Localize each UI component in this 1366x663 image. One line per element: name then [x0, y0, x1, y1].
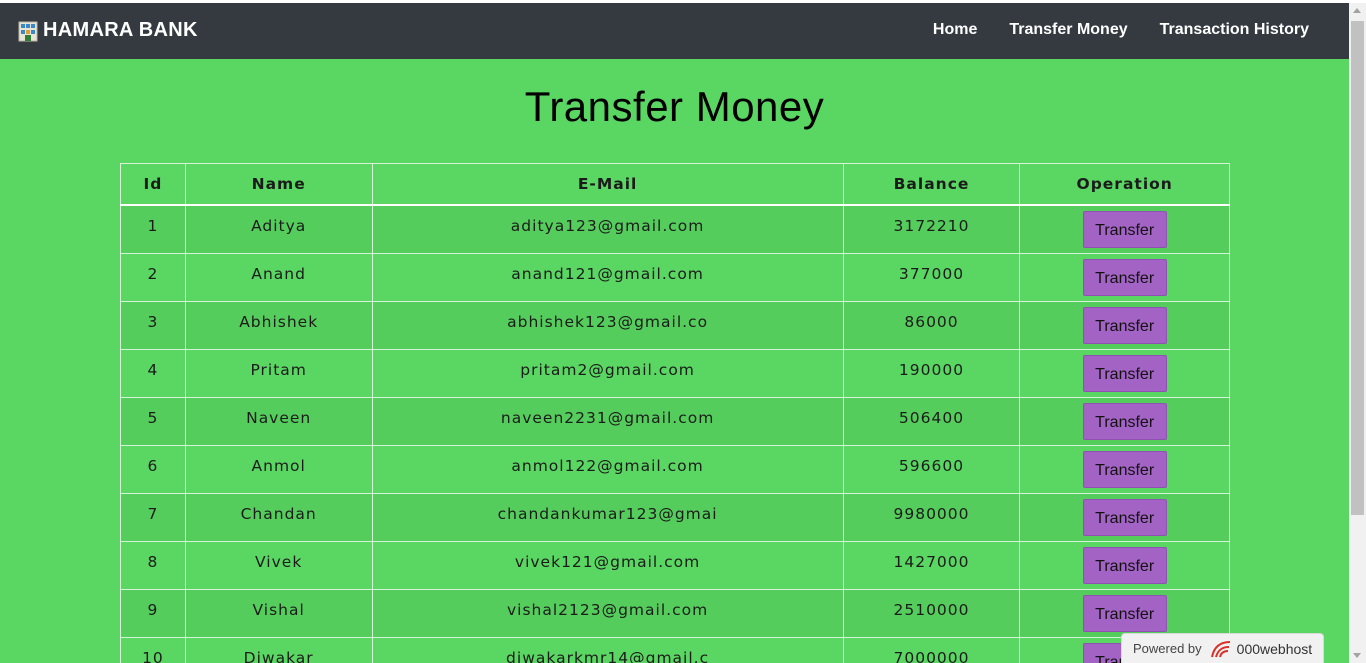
webhost-name: 000webhost — [1236, 640, 1313, 657]
scroll-down-arrow-icon[interactable] — [1353, 653, 1361, 658]
cell-email: abhishek123@gmail.co — [371, 300, 844, 350]
cell-name: Vivek — [184, 540, 373, 590]
powered-by-badge[interactable]: Powered by 000webhost — [1121, 633, 1324, 663]
header-balance: Balance — [842, 163, 1021, 206]
cell-balance: 190000 — [842, 348, 1021, 398]
scroll-up-arrow-icon[interactable] — [1353, 8, 1361, 13]
cell-email: vivek121@gmail.com — [371, 540, 844, 590]
cell-email: chandankumar123@gmai — [371, 492, 844, 542]
transfer-button[interactable]: Transfer — [1082, 546, 1167, 584]
cell-operation: Transfer — [1019, 252, 1230, 302]
cell-name: Aditya — [184, 204, 373, 254]
cell-balance: 86000 — [842, 300, 1021, 350]
cell-balance: 596600 — [842, 444, 1021, 494]
cell-operation: Transfer — [1019, 348, 1230, 398]
powered-by-label: Powered by — [1133, 641, 1202, 656]
transfer-button[interactable]: Transfer — [1082, 306, 1167, 344]
cell-operation: Transfer — [1019, 444, 1230, 494]
transfer-button[interactable]: Transfer — [1082, 594, 1167, 632]
cell-id: 4 — [120, 348, 186, 398]
header-operation: Operation — [1019, 163, 1230, 206]
cell-email: anmol122@gmail.com — [371, 444, 844, 494]
table-row: 8 Vivek vivek121@gmail.com 1427000 Trans… — [120, 540, 1230, 590]
cell-operation: Transfer — [1019, 204, 1230, 254]
cell-email: diwakarkmr14@gmail.c — [371, 636, 844, 663]
table-header: Id Name E-Mail Balance Operation — [120, 163, 1230, 206]
nav-transfer-money-link[interactable]: Transfer Money — [1009, 21, 1127, 39]
table-row: 1 Aditya aditya123@gmail.com 3172210 Tra… — [120, 204, 1230, 254]
page-title: Transfer Money — [524, 83, 825, 130]
table-row: 4 Pritam pritam2@gmail.com 190000 Transf… — [120, 348, 1230, 398]
transfer-button[interactable]: Transfer — [1082, 402, 1167, 440]
bank-building-icon — [18, 20, 38, 42]
cell-balance: 1427000 — [842, 540, 1021, 590]
page-viewport: HAMARA BANK Home Transfer Money Transact… — [0, 3, 1349, 663]
cell-id: 5 — [120, 396, 186, 446]
cell-email: naveen2231@gmail.com — [371, 396, 844, 446]
transfer-button[interactable]: Transfer — [1082, 211, 1167, 248]
cell-email: vishal2123@gmail.com — [371, 588, 844, 638]
cell-email: pritam2@gmail.com — [371, 348, 844, 398]
cell-name: Diwakar — [184, 636, 373, 663]
cell-balance: 7000000 — [842, 636, 1021, 663]
cell-id: 9 — [120, 588, 186, 638]
cell-id: 7 — [120, 492, 186, 542]
webhost-logo-icon — [1210, 639, 1232, 659]
nav-links: Home Transfer Money Transaction History — [933, 21, 1309, 39]
cell-balance: 506400 — [842, 396, 1021, 446]
cell-id: 2 — [120, 252, 186, 302]
cell-operation: Transfer — [1019, 300, 1230, 350]
cell-name: Abhishek — [184, 300, 373, 350]
cell-name: Anand — [184, 252, 373, 302]
table-row: 3 Abhishek abhishek123@gmail.co 86000 Tr… — [120, 300, 1230, 350]
header-name: Name — [184, 163, 373, 206]
cell-email: anand121@gmail.com — [371, 252, 844, 302]
brand-name: HAMARA BANK — [43, 19, 198, 41]
cell-id: 6 — [120, 444, 186, 494]
vertical-scrollbar[interactable] — [1349, 3, 1366, 663]
transfer-button[interactable]: Transfer — [1082, 498, 1167, 536]
cell-name: Naveen — [184, 396, 373, 446]
table-header-row: Id Name E-Mail Balance Operation — [120, 163, 1230, 206]
navbar: HAMARA BANK Home Transfer Money Transact… — [0, 3, 1349, 59]
cell-operation: Transfer — [1019, 396, 1230, 446]
users-table: Id Name E-Mail Balance Operation 1 Adity… — [120, 163, 1230, 663]
cell-id: 3 — [120, 300, 186, 350]
header-id: Id — [120, 163, 186, 206]
nav-home-link[interactable]: Home — [933, 21, 977, 39]
table-row: 6 Anmol anmol122@gmail.com 596600 Transf… — [120, 444, 1230, 494]
cell-email: aditya123@gmail.com — [371, 204, 844, 254]
transfer-button[interactable]: Transfer — [1082, 354, 1167, 392]
cell-name: Anmol — [184, 444, 373, 494]
cell-id: 8 — [120, 540, 186, 590]
table-body: 1 Aditya aditya123@gmail.com 3172210 Tra… — [120, 204, 1230, 663]
table-row: 5 Naveen naveen2231@gmail.com 506400 Tra… — [120, 396, 1230, 446]
table-row: 9 Vishal vishal2123@gmail.com 2510000 Tr… — [120, 588, 1230, 638]
table-row: 2 Anand anand121@gmail.com 377000 Transf… — [120, 252, 1230, 302]
cell-balance: 377000 — [842, 252, 1021, 302]
brand-link[interactable]: HAMARA BANK — [18, 19, 198, 42]
cell-balance: 3172210 — [842, 204, 1021, 254]
transfer-button[interactable]: Transfer — [1082, 258, 1167, 296]
transfer-button[interactable]: Transfer — [1082, 450, 1167, 488]
cell-name: Chandan — [184, 492, 373, 542]
scrollbar-thumb[interactable] — [1351, 21, 1364, 515]
table-row: 10 Diwakar diwakarkmr14@gmail.c 7000000 … — [120, 636, 1230, 663]
cell-id: 10 — [120, 636, 186, 663]
cell-operation: Transfer — [1019, 492, 1230, 542]
cell-balance: 9980000 — [842, 492, 1021, 542]
cell-name: Vishal — [184, 588, 373, 638]
cell-operation: Transfer — [1019, 588, 1230, 638]
nav-transaction-history-link[interactable]: Transaction History — [1160, 21, 1309, 39]
table-row: 7 Chandan chandankumar123@gmai 9980000 T… — [120, 492, 1230, 542]
header-email: E-Mail — [371, 163, 844, 206]
cell-name: Pritam — [184, 348, 373, 398]
cell-balance: 2510000 — [842, 588, 1021, 638]
cell-operation: Transfer — [1019, 540, 1230, 590]
cell-id: 1 — [120, 204, 186, 254]
